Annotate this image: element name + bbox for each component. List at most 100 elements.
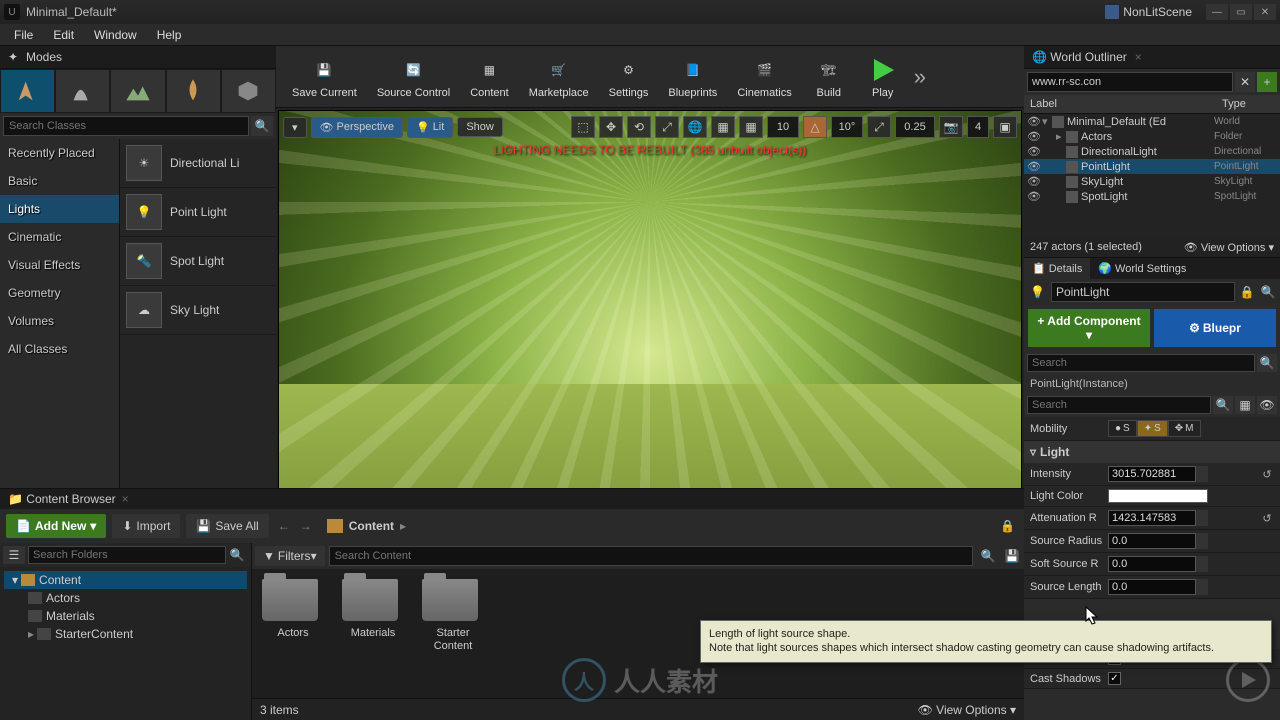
tree-search-input[interactable] xyxy=(28,546,226,564)
visibility-eye-icon[interactable]: 👁 xyxy=(1026,130,1042,143)
grid-snap-value[interactable]: 10 xyxy=(767,116,799,138)
mode-item-spot-light[interactable]: 🔦Spot Light xyxy=(120,237,276,286)
mobility-static[interactable]: ● S xyxy=(1108,420,1137,437)
filters-dropdown[interactable]: ▼ Filters ▾ xyxy=(255,546,325,566)
toolbar-content[interactable]: ▦Content xyxy=(462,53,517,101)
content-view-options[interactable]: 👁 View Options ▾ xyxy=(918,703,1016,717)
nav-forward-button[interactable]: → xyxy=(297,517,315,535)
cast-shadows-checkbox[interactable]: ✓ xyxy=(1108,672,1121,685)
transform-translate-icon[interactable]: ✥ xyxy=(599,116,623,138)
light-category-header[interactable]: ▿Light xyxy=(1024,441,1280,463)
soft-source-radius-input[interactable] xyxy=(1108,556,1196,572)
toolbar-build[interactable]: 🏗Build xyxy=(804,53,854,101)
import-button[interactable]: ⬇ Import xyxy=(112,514,180,538)
menu-file[interactable]: File xyxy=(4,26,43,44)
details-object-name-input[interactable] xyxy=(1051,282,1235,302)
spinner-icon[interactable] xyxy=(1196,579,1208,595)
intensity-input[interactable] xyxy=(1108,466,1196,482)
outliner-row[interactable]: 👁 ▾ Minimal_Default (Ed World xyxy=(1024,114,1280,129)
cat-recently-placed[interactable]: Recently Placed xyxy=(0,139,119,167)
visibility-eye-icon[interactable]: 👁 xyxy=(1026,115,1042,128)
world-settings-tab[interactable]: 🌍 World Settings xyxy=(1090,258,1194,279)
menu-edit[interactable]: Edit xyxy=(43,26,84,44)
folder-item-actors[interactable]: Actors xyxy=(262,579,324,688)
save-search-icon[interactable]: 💾 xyxy=(1003,546,1021,566)
search-icon[interactable]: 🔍 xyxy=(1213,396,1233,414)
visibility-eye-icon[interactable]: 👁 xyxy=(1026,175,1042,188)
outliner-search-clear[interactable]: ✕ xyxy=(1235,72,1255,92)
viewport-perspective-dropdown[interactable]: 👁 Perspective xyxy=(311,117,403,138)
chevron-icon[interactable]: ▾ xyxy=(1042,115,1052,128)
blueprint-button[interactable]: ⚙Bluepr xyxy=(1154,309,1276,347)
visibility-eye-icon[interactable]: 👁 xyxy=(1026,145,1042,158)
toolbar-overflow[interactable]: » xyxy=(910,64,930,90)
place-mode-button[interactable] xyxy=(0,69,55,113)
chevron-icon[interactable]: ▸ xyxy=(1056,130,1066,143)
coord-space-icon[interactable]: 🌐 xyxy=(683,116,707,138)
tree-item-actors[interactable]: Actors xyxy=(4,589,247,607)
outliner-row[interactable]: 👁 PointLight PointLight xyxy=(1024,159,1280,174)
surface-snap-icon[interactable]: ▦ xyxy=(711,116,735,138)
minimize-button[interactable]: — xyxy=(1206,4,1228,20)
angle-snap-value[interactable]: 10° xyxy=(831,116,863,138)
outliner-view-options[interactable]: 👁 View Options ▾ xyxy=(1184,241,1274,254)
visibility-eye-icon[interactable]: 👁 xyxy=(1026,160,1042,173)
sources-toggle-icon[interactable]: ☰ xyxy=(3,546,25,564)
cat-visual-effects[interactable]: Visual Effects xyxy=(0,251,119,279)
content-search-input[interactable] xyxy=(329,546,973,566)
source-radius-input[interactable] xyxy=(1108,533,1196,549)
outliner-search-input[interactable] xyxy=(1027,72,1233,92)
reset-icon[interactable]: ↺ xyxy=(1260,512,1274,525)
menu-window[interactable]: Window xyxy=(84,26,147,44)
attenuation-input[interactable] xyxy=(1108,510,1196,526)
content-path-breadcrumb[interactable]: Content ▸ xyxy=(321,519,406,533)
viewport-options-dropdown[interactable]: ▾ xyxy=(283,117,307,138)
modes-search-input[interactable] xyxy=(3,116,249,136)
outliner-col-label[interactable]: Label xyxy=(1024,95,1216,113)
cat-cinematic[interactable]: Cinematic xyxy=(0,223,119,251)
light-color-swatch[interactable] xyxy=(1108,489,1208,503)
spinner-icon[interactable] xyxy=(1196,510,1208,526)
folder-item-materials[interactable]: Materials xyxy=(342,579,404,688)
details-component-search[interactable] xyxy=(1027,354,1255,372)
cat-lights[interactable]: Lights xyxy=(0,195,119,223)
details-property-search[interactable] xyxy=(1027,396,1211,414)
close-icon[interactable]: × xyxy=(122,492,129,506)
browse-icon[interactable]: 🔍 xyxy=(1259,282,1277,302)
reset-icon[interactable]: ↺ xyxy=(1260,468,1274,481)
outliner-col-type[interactable]: Type xyxy=(1216,95,1280,113)
foliage-mode-button[interactable] xyxy=(166,69,221,113)
transform-rotate-icon[interactable]: ⟲ xyxy=(627,116,651,138)
maximize-button[interactable]: ▭ xyxy=(1230,4,1252,20)
outliner-row[interactable]: 👁 SkyLight SkyLight xyxy=(1024,174,1280,189)
search-icon[interactable]: 🔍 xyxy=(1257,354,1277,372)
transform-select-icon[interactable]: ⬚ xyxy=(571,116,595,138)
transform-scale-icon[interactable]: ⤢ xyxy=(655,116,679,138)
outliner-row[interactable]: 👁 ▸ Actors Folder xyxy=(1024,129,1280,144)
add-new-button[interactable]: 📄 Add New ▾ xyxy=(6,514,106,538)
outliner-add-button[interactable]: + xyxy=(1257,72,1277,92)
maximize-viewport-icon[interactable]: ▣ xyxy=(993,116,1017,138)
nav-back-button[interactable]: ← xyxy=(275,517,293,535)
outliner-row[interactable]: 👁 DirectionalLight Directional xyxy=(1024,144,1280,159)
toolbar-source-control[interactable]: 🔄Source Control xyxy=(369,53,458,101)
cat-volumes[interactable]: Volumes xyxy=(0,307,119,335)
folder-item-starter-content[interactable]: Starter Content xyxy=(422,579,484,688)
scale-snap-icon[interactable]: ⤢ xyxy=(867,116,891,138)
geometry-mode-button[interactable] xyxy=(221,69,276,113)
component-instance-row[interactable]: PointLight(Instance) xyxy=(1024,375,1280,393)
spinner-icon[interactable] xyxy=(1196,533,1208,549)
toolbar-marketplace[interactable]: 🛒Marketplace xyxy=(521,53,597,101)
toolbar-save-current[interactable]: 💾Save Current xyxy=(284,53,365,101)
tree-item-starter-content[interactable]: ▸StarterContent xyxy=(4,625,247,643)
spinner-icon[interactable] xyxy=(1196,466,1208,482)
toolbar-settings[interactable]: ⚙Settings xyxy=(601,53,657,101)
cat-geometry[interactable]: Geometry xyxy=(0,279,119,307)
modes-search-button[interactable]: 🔍 xyxy=(251,116,273,136)
toolbar-cinematics[interactable]: 🎬Cinematics xyxy=(729,53,799,101)
details-tab[interactable]: 📋 Details xyxy=(1024,258,1090,279)
cat-basic[interactable]: Basic xyxy=(0,167,119,195)
property-matrix-icon[interactable]: ▦ xyxy=(1235,396,1255,414)
mobility-movable[interactable]: ✥ M xyxy=(1168,420,1201,437)
grid-snap-icon[interactable]: ▦ xyxy=(739,116,763,138)
